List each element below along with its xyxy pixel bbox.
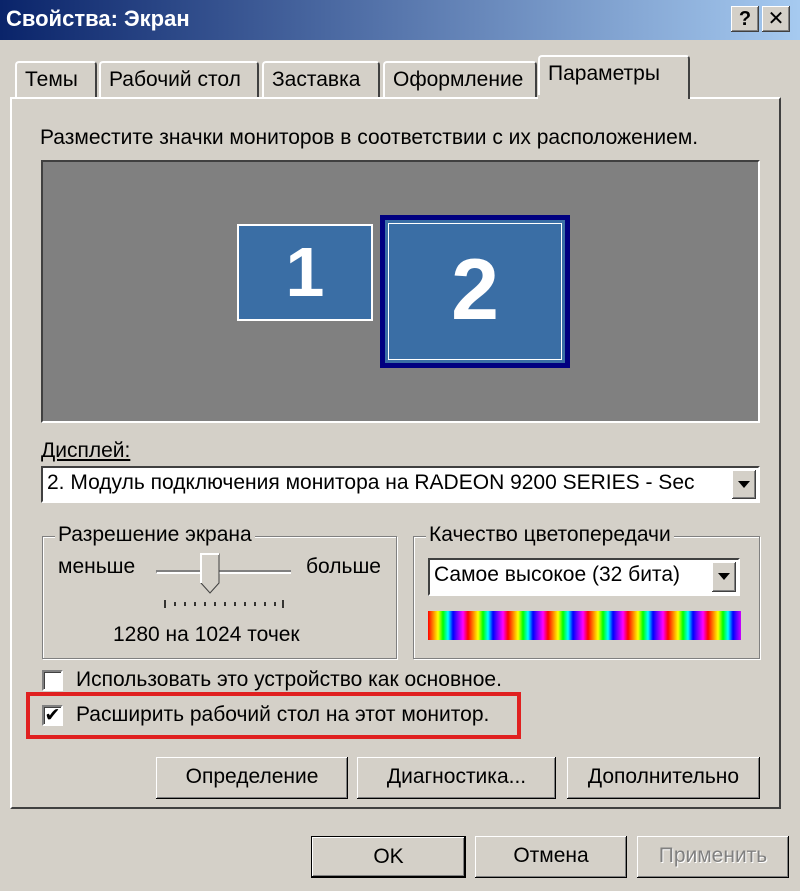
color-spectrum-preview [428, 611, 741, 640]
monitor-2-number: 2 [451, 242, 499, 338]
apply-button[interactable]: Применить [637, 836, 789, 878]
primary-device-label: Использовать это устройство как основное… [76, 668, 502, 691]
primary-device-checkbox[interactable] [42, 670, 63, 691]
troubleshoot-button[interactable]: Диагностика... [357, 757, 556, 799]
display-dropdown[interactable]: 2. Модуль подключения монитора на RADEON… [41, 466, 760, 503]
resolution-slider-thumb[interactable] [200, 553, 220, 595]
display-label: Дисплей: [41, 439, 130, 463]
resolution-less-label: меньше [58, 555, 136, 578]
identify-button[interactable]: Определение [156, 757, 348, 799]
chevron-down-icon[interactable] [712, 562, 736, 592]
instruction-text: Разместите значки мониторов в соответств… [40, 126, 699, 149]
extend-desktop-label: Расширить рабочий стол на этот монитор. [76, 703, 490, 726]
monitor-1-number: 1 [285, 233, 325, 311]
color-quality-legend: Качество цветопередачи [426, 523, 674, 547]
monitor-1-icon[interactable]: 1 [237, 224, 373, 321]
panel-content: Разместите значки мониторов в соответств… [0, 0, 800, 891]
checkmark-icon: ✔ [44, 705, 61, 726]
monitor-2-icon[interactable]: 2 [380, 215, 570, 368]
extend-desktop-checkbox[interactable]: ✔ [42, 705, 63, 726]
resolution-slider-ticks [164, 600, 284, 608]
advanced-button[interactable]: Дополнительно [567, 757, 760, 799]
resolution-slider-track[interactable] [156, 570, 291, 574]
resolution-more-label: больше [306, 555, 381, 578]
cancel-button[interactable]: Отмена [475, 836, 627, 878]
chevron-down-icon[interactable] [732, 470, 756, 499]
resolution-legend: Разрешение экрана [55, 523, 255, 547]
display-dropdown-value: 2. Модуль подключения монитора на RADEON… [47, 471, 695, 494]
color-quality-dropdown[interactable]: Самое высокое (32 бита) [428, 558, 740, 596]
resolution-value: 1280 на 1024 точек [113, 623, 300, 646]
ok-button[interactable]: OK [311, 836, 466, 878]
color-quality-value: Самое высокое (32 бита) [434, 563, 680, 586]
display-label-text: Дисплей: [41, 439, 131, 462]
color-quality-group [413, 536, 760, 659]
